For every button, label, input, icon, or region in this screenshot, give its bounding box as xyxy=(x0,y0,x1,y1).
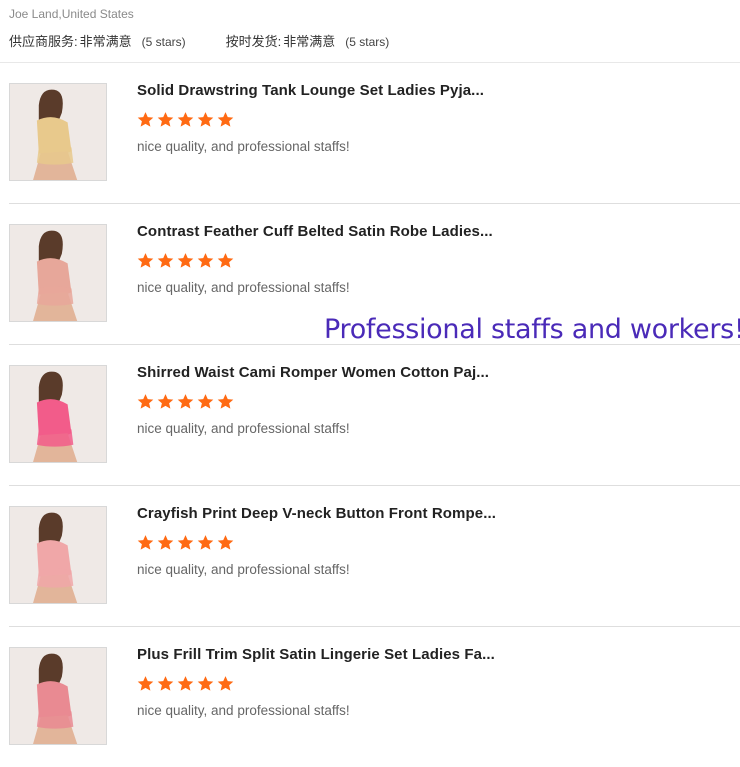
product-title[interactable]: Plus Frill Trim Split Satin Lingerie Set… xyxy=(137,646,495,663)
rating-stars-text: (5 stars) xyxy=(345,35,390,49)
star-icon xyxy=(197,253,214,268)
review-item: Crayfish Print Deep V-neck Button Front … xyxy=(9,486,740,627)
star-icon xyxy=(157,253,174,268)
star-rating xyxy=(137,393,234,410)
star-icon xyxy=(177,394,194,409)
star-icon xyxy=(137,535,154,550)
star-icon xyxy=(217,394,234,409)
review-list: Solid Drawstring Tank Lounge Set Ladies … xyxy=(9,63,740,767)
star-icon xyxy=(177,253,194,268)
star-icon xyxy=(177,676,194,691)
star-rating xyxy=(137,252,234,269)
product-thumbnail[interactable] xyxy=(9,365,107,463)
rating-label: 按时发货: xyxy=(225,34,282,49)
product-thumbnail[interactable] xyxy=(9,647,107,745)
star-icon xyxy=(157,676,174,691)
star-icon xyxy=(137,676,154,691)
seller-ratings: 供应商服务: 非常满意 (5 stars) 按时发货: 非常满意 (5 star… xyxy=(9,31,740,50)
product-thumbnail[interactable] xyxy=(9,224,107,322)
star-icon xyxy=(137,112,154,127)
star-icon xyxy=(137,394,154,409)
star-icon xyxy=(137,253,154,268)
star-icon xyxy=(177,535,194,550)
star-rating xyxy=(137,534,234,551)
overlay-caption: Professional staffs and workers! xyxy=(324,314,740,345)
star-rating xyxy=(137,675,234,692)
star-icon xyxy=(157,535,174,550)
star-icon xyxy=(217,112,234,127)
product-title[interactable]: Shirred Waist Cami Romper Women Cotton P… xyxy=(137,364,489,381)
star-icon xyxy=(197,535,214,550)
star-icon xyxy=(197,676,214,691)
product-thumbnail[interactable] xyxy=(9,506,107,604)
review-comment: nice quality, and professional staffs! xyxy=(137,703,350,718)
review-header: Joe Land,United States 供应商服务: 非常满意 (5 st… xyxy=(0,0,740,63)
rating-value: 非常满意 xyxy=(79,34,132,49)
review-comment: nice quality, and professional staffs! xyxy=(137,421,350,436)
review-comment: nice quality, and professional staffs! xyxy=(137,562,350,577)
star-icon xyxy=(217,676,234,691)
rating-value: 非常满意 xyxy=(283,34,336,49)
review-item: Shirred Waist Cami Romper Women Cotton P… xyxy=(9,345,740,486)
star-icon xyxy=(217,253,234,268)
rating-supplier-service: 供应商服务: 非常满意 (5 stars) xyxy=(9,31,186,50)
review-item: Plus Frill Trim Split Satin Lingerie Set… xyxy=(9,627,740,767)
star-icon xyxy=(157,112,174,127)
review-comment: nice quality, and professional staffs! xyxy=(137,280,350,295)
star-icon xyxy=(197,394,214,409)
product-title[interactable]: Crayfish Print Deep V-neck Button Front … xyxy=(137,505,496,522)
reviewer-name-location: Joe Land,United States xyxy=(9,7,134,21)
review-item: Solid Drawstring Tank Lounge Set Ladies … xyxy=(9,63,740,204)
star-icon xyxy=(217,535,234,550)
star-rating xyxy=(137,111,234,128)
rating-stars-text: (5 stars) xyxy=(141,35,186,49)
product-title[interactable]: Solid Drawstring Tank Lounge Set Ladies … xyxy=(137,82,484,99)
star-icon xyxy=(157,394,174,409)
star-icon xyxy=(177,112,194,127)
product-title[interactable]: Contrast Feather Cuff Belted Satin Robe … xyxy=(137,223,493,240)
rating-on-time-shipping: 按时发货: 非常满意 (5 stars) xyxy=(226,31,390,50)
review-comment: nice quality, and professional staffs! xyxy=(137,139,350,154)
star-icon xyxy=(197,112,214,127)
product-thumbnail[interactable] xyxy=(9,83,107,181)
rating-label: 供应商服务: xyxy=(9,34,78,49)
